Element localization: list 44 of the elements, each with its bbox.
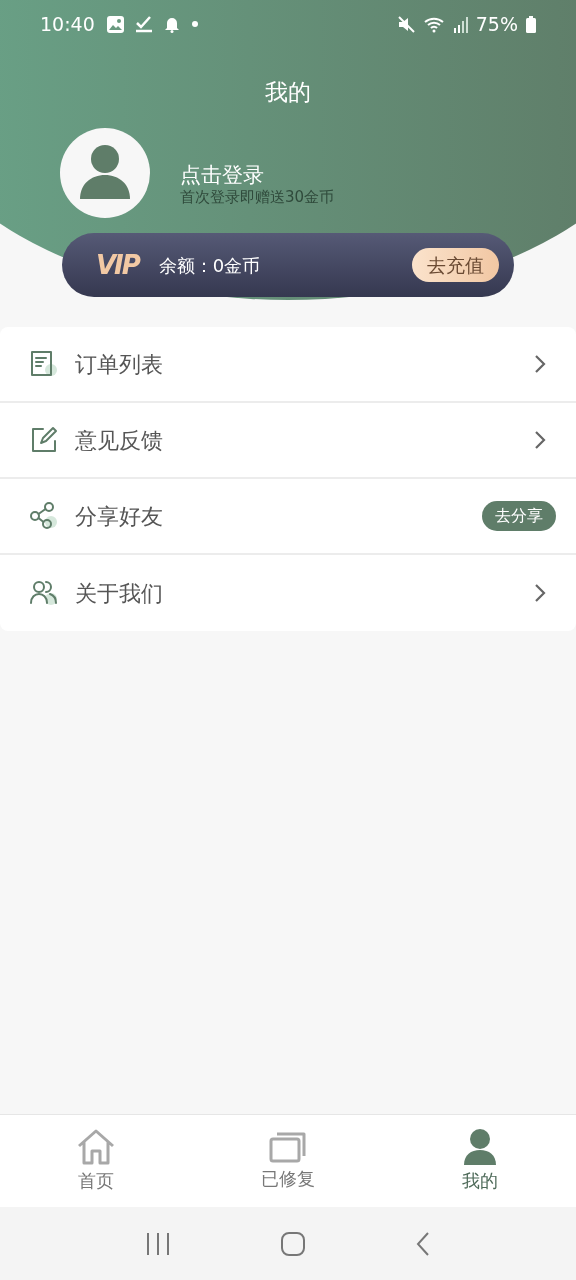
- document-icon: [29, 349, 59, 379]
- vip-logo: VIP: [96, 248, 139, 282]
- people-icon: [29, 578, 59, 608]
- menu-label: 分享好友: [75, 502, 164, 531]
- login-hint: 首次登录即赠送30金币: [180, 188, 335, 207]
- menu-item[interactable]: 关于我们: [0, 555, 576, 631]
- wifi-icon: [423, 15, 446, 33]
- chevron-right-icon: [534, 583, 546, 603]
- mute-icon: [397, 15, 416, 33]
- menu-label: 订单列表: [75, 350, 164, 379]
- menu-label: 意见反馈: [75, 426, 164, 455]
- menu-label: 关于我们: [75, 579, 164, 608]
- nav-tab[interactable]: 我的: [384, 1115, 576, 1207]
- nav-tab[interactable]: 已修复: [192, 1115, 384, 1207]
- recharge-button[interactable]: 去充值: [412, 248, 499, 282]
- battery-icon: [526, 15, 536, 33]
- battery-percent: 75%: [475, 11, 518, 37]
- share-icon: [29, 501, 59, 531]
- recent-apps-icon[interactable]: [145, 1231, 170, 1256]
- person-icon: [463, 1128, 497, 1165]
- menu-item[interactable]: 意见反馈: [0, 403, 576, 479]
- home-icon: [77, 1128, 115, 1165]
- chevron-right-icon: [534, 354, 546, 374]
- cards-icon: [269, 1130, 307, 1163]
- status-time: 10:40: [40, 11, 95, 37]
- person-icon: [80, 144, 130, 199]
- page-title: 我的: [265, 78, 311, 107]
- menu-item[interactable]: 订单列表: [0, 327, 576, 403]
- nav-label: 首页: [78, 1168, 114, 1193]
- menu-item[interactable]: 分享好友 去分享: [0, 479, 576, 555]
- dot-icon: [191, 21, 198, 27]
- nav-tab[interactable]: 首页: [0, 1115, 192, 1207]
- nav-label: 已修复: [261, 1166, 315, 1191]
- balance-text: 余额：0金币: [158, 253, 262, 278]
- chevron-right-icon: [534, 430, 546, 450]
- nav-label: 我的: [462, 1168, 498, 1193]
- bell-icon: [163, 15, 180, 33]
- back-icon[interactable]: [416, 1231, 431, 1256]
- home-icon[interactable]: [281, 1231, 305, 1256]
- edit-icon: [29, 425, 59, 455]
- share-button[interactable]: 去分享: [482, 501, 556, 531]
- signal-icon: [453, 15, 468, 33]
- login-link[interactable]: 点击登录: [180, 162, 335, 189]
- check-icon: [135, 15, 152, 33]
